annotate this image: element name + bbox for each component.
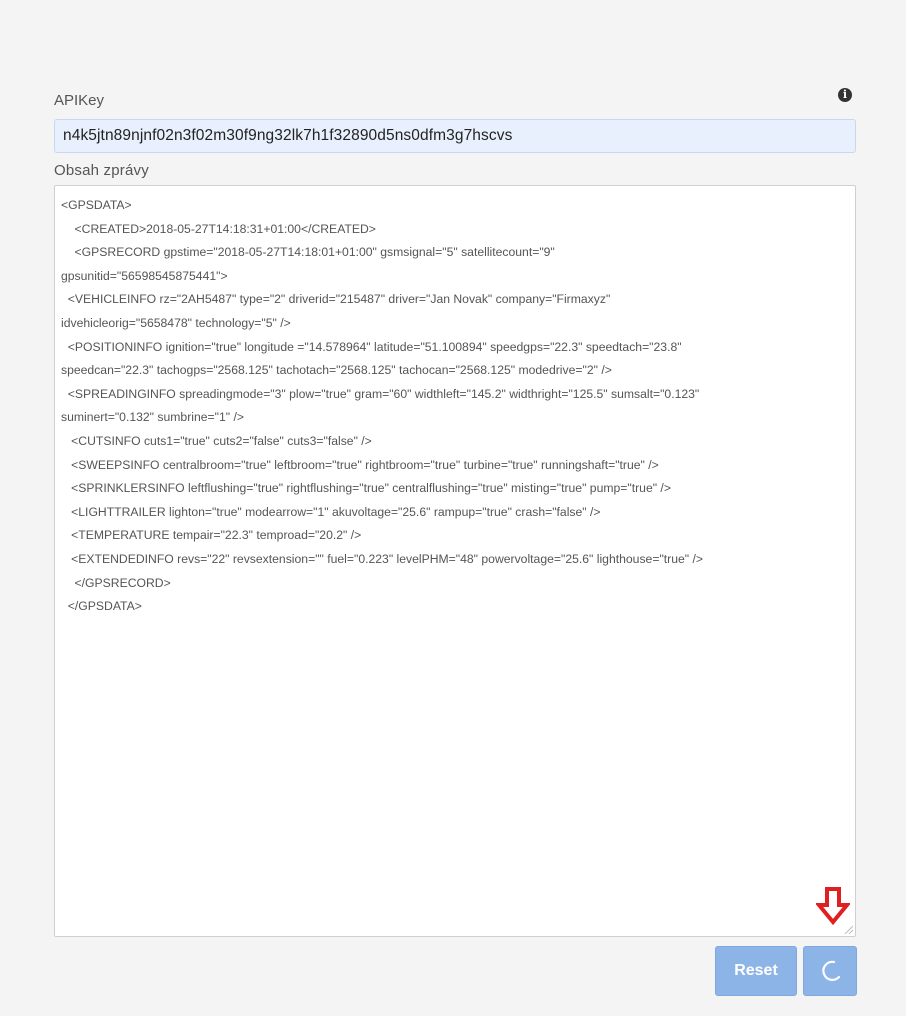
message-line: gpsunitid="56598545875441"> bbox=[61, 268, 228, 283]
apikey-label: APIKey bbox=[54, 92, 105, 109]
message-line: </GPSDATA> bbox=[61, 599, 142, 614]
submit-button[interactable] bbox=[803, 946, 857, 996]
message-line: suminert="0.132" sumbrine="1" /> bbox=[61, 410, 244, 425]
message-line: <SWEEPSINFO centralbroom="true" leftbroo… bbox=[61, 457, 659, 472]
message-line: <SPRINKLERSINFO leftflushing="true" righ… bbox=[61, 481, 671, 496]
message-line: <GPSDATA> bbox=[61, 198, 132, 212]
message-line: <CUTSINFO cuts1="true" cuts2="false" cut… bbox=[61, 433, 372, 448]
message-line: speedcan="22.3" tachogps="2568.125" tach… bbox=[61, 363, 612, 378]
message-form: APIKey i n4k5jtn89njnf02n3f02m30f9ng32lk… bbox=[0, 0, 906, 1016]
message-line: <EXTENDEDINFO revs="22" revsextension=""… bbox=[61, 551, 703, 566]
message-textarea[interactable]: <GPSDATA> <CREATED>2018-05-27T14:18:31+0… bbox=[54, 185, 856, 937]
message-line: <VEHICLEINFO rz="2AH5487" type="2" drive… bbox=[61, 292, 611, 307]
message-line: <LIGHTTRAILER lighton="true" modearrow="… bbox=[61, 504, 601, 519]
message-label: Obsah zprávy bbox=[54, 162, 149, 179]
message-line: <SPREADINGINFO spreadingmode="3" plow="t… bbox=[61, 386, 700, 401]
message-line: idvehicleorig="5658478" technology="5" /… bbox=[61, 315, 291, 330]
apikey-input[interactable]: n4k5jtn89njnf02n3f02m30f9ng32lk7h1f32890… bbox=[54, 119, 856, 153]
message-line: <TEMPERATURE tempair="22.3" temproad="20… bbox=[61, 528, 362, 543]
reset-button[interactable]: Reset bbox=[715, 946, 797, 996]
spinner-icon bbox=[822, 960, 841, 981]
info-icon[interactable]: i bbox=[838, 88, 852, 102]
message-line: <POSITIONINFO ignition="true" longitude … bbox=[61, 339, 682, 354]
message-line: <GPSRECORD gpstime="2018-05-27T14:18:01+… bbox=[61, 245, 555, 260]
arrow-down-icon bbox=[816, 887, 850, 926]
message-line: <CREATED>2018-05-27T14:18:31+01:00</CREA… bbox=[61, 221, 376, 236]
message-line: </GPSRECORD> bbox=[61, 575, 171, 590]
